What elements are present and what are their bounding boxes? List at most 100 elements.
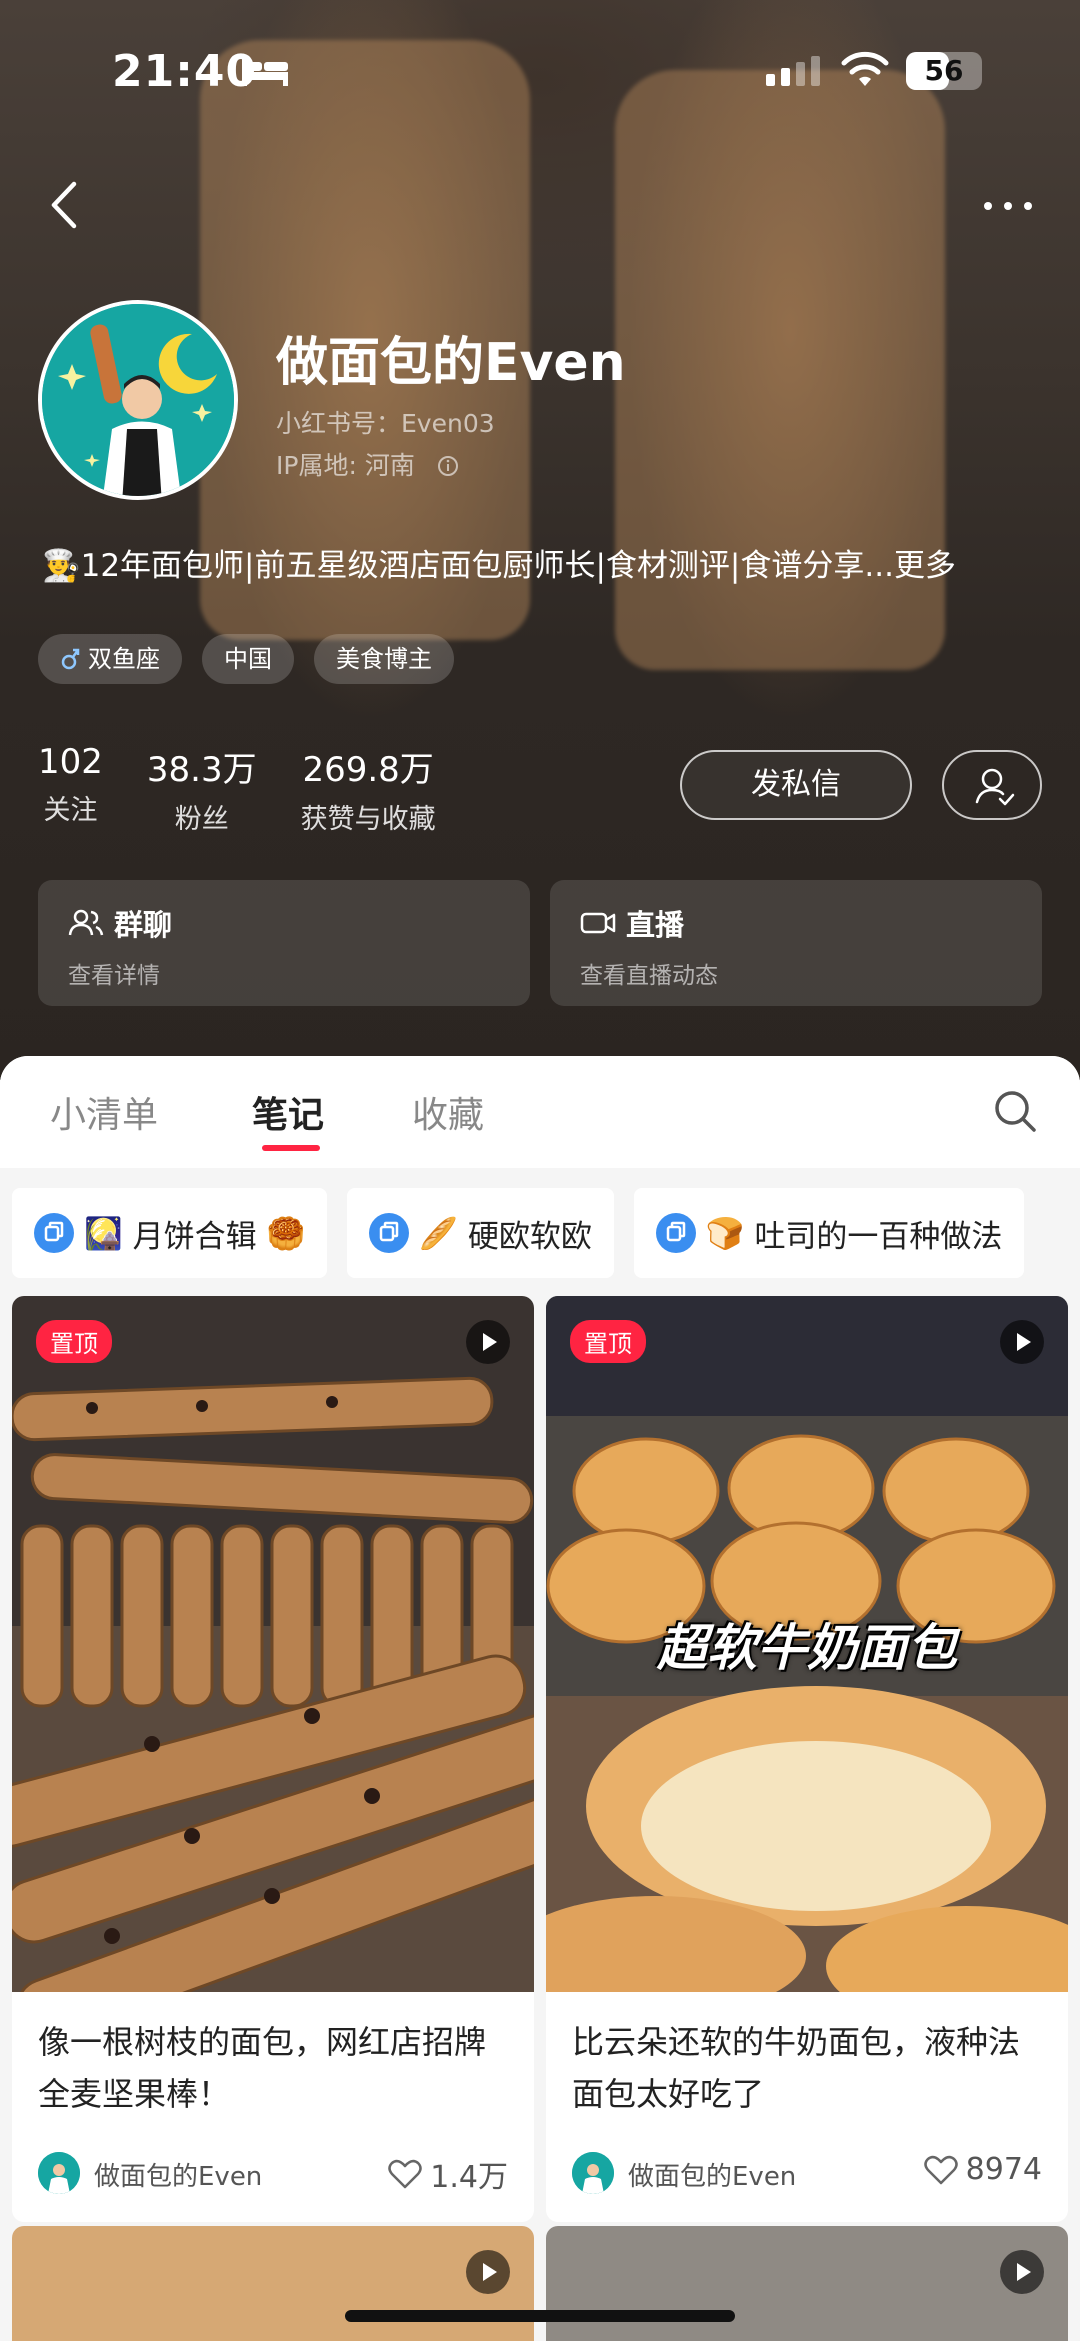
note-cover-image[interactable]: 置顶 xyxy=(12,1296,534,1992)
video-play-icon xyxy=(1000,2250,1044,2294)
live-stream-card[interactable]: 直播 查看直播动态 xyxy=(550,880,1042,1006)
back-arrow-icon[interactable] xyxy=(44,180,84,230)
card-subtitle: 查看直播动态 xyxy=(580,963,718,989)
more-options-icon[interactable] xyxy=(980,196,1036,216)
tag-category: 美食博主 xyxy=(314,634,454,684)
stat-value: 269.8万 xyxy=(302,750,434,790)
card-subtitle: 查看详情 xyxy=(68,963,160,989)
video-play-icon xyxy=(466,2250,510,2294)
collection-emoji: 🍞 xyxy=(705,1215,745,1252)
group-users-icon xyxy=(68,909,104,936)
author-name[interactable]: 做面包的Even xyxy=(628,2156,796,2193)
bio-more-link[interactable]: 更多 xyxy=(894,548,956,584)
status-time: 21:40 xyxy=(112,46,258,97)
content-tab-bar: 小清单 笔记 收藏 xyxy=(0,1056,1080,1168)
collection-emoji: 🥮 xyxy=(266,1215,306,1252)
cellular-signal-icon xyxy=(766,56,820,86)
tag-label: 美食博主 xyxy=(336,645,432,673)
note-footer: 做面包的Even 8974 xyxy=(546,2132,1068,2222)
profile-ip-location: IP属地: 河南 xyxy=(276,446,459,482)
like-count[interactable]: 8974 xyxy=(923,2152,1042,2187)
cover-overlay-text: 超软牛奶面包 xyxy=(657,1619,957,1677)
collection-chip[interactable]: 🎑 月饼合辑 🥮 xyxy=(12,1188,328,1278)
like-count[interactable]: 1.4万 xyxy=(388,2152,508,2196)
note-card-partial[interactable] xyxy=(12,2226,534,2341)
video-camera-icon xyxy=(580,912,616,934)
collection-chip[interactable]: 🥖 硬欧软欧 xyxy=(347,1188,614,1278)
collection-label: 月饼合辑 xyxy=(132,1218,257,1255)
tag-label: 中国 xyxy=(224,645,272,673)
video-play-icon xyxy=(466,1320,510,1364)
author-avatar[interactable] xyxy=(38,2152,80,2194)
profile-tags: 双鱼座 中国 美食博主 xyxy=(38,634,454,684)
male-gender-icon xyxy=(61,648,80,670)
tag-region: 中国 xyxy=(202,634,294,684)
stat-value: 102 xyxy=(38,742,103,782)
like-count-text: 8974 xyxy=(965,2152,1042,2187)
search-icon[interactable] xyxy=(992,1088,1038,1134)
home-indicator[interactable] xyxy=(345,2310,735,2322)
collection-copy-icon xyxy=(369,1213,410,1253)
tab-collections[interactable]: 收藏 xyxy=(412,1086,484,1138)
video-play-icon xyxy=(1000,1320,1044,1364)
note-footer: 做面包的Even 1.4万 xyxy=(12,2132,534,2222)
collection-chip[interactable]: 🍞 吐司的一百种做法 xyxy=(633,1188,1025,1278)
note-card[interactable]: 置顶 超软牛奶面包 比云朵还软的牛奶面包，液种法面包太好吃了 做面包的Even … xyxy=(546,1296,1068,2222)
battery-icon: 56 xyxy=(906,52,982,90)
sleep-bed-icon xyxy=(242,56,288,86)
baguette-photo xyxy=(12,1296,534,1992)
group-chat-card[interactable]: 群聊 查看详情 xyxy=(38,880,530,1006)
pinned-badge: 置顶 xyxy=(570,1320,646,1363)
author-avatar-image xyxy=(572,2152,614,2194)
profile-nickname: 做面包的Even xyxy=(276,333,626,393)
collection-chips: 🎑 月饼合辑 🥮 🥖 硬欧软欧 🍞 吐司的一百种做法 xyxy=(12,1188,1025,1278)
collection-label: 吐司的一百种做法 xyxy=(754,1218,1003,1255)
stat-likes-collects[interactable]: 269.8万 获赞与收藏 xyxy=(301,742,436,836)
stat-label: 关注 xyxy=(43,795,98,826)
battery-text: 56 xyxy=(924,54,964,87)
tab-notes[interactable]: 笔记 xyxy=(252,1086,324,1138)
avatar-illustration xyxy=(42,304,234,496)
like-count-text: 1.4万 xyxy=(430,2160,508,2195)
card-title: 群聊 xyxy=(68,902,172,944)
author-avatar-image xyxy=(38,2152,80,2194)
tag-zodiac: 双鱼座 xyxy=(38,634,182,684)
followed-status-button[interactable] xyxy=(942,750,1042,820)
send-message-button[interactable]: 发私信 xyxy=(680,750,912,820)
card-title: 直播 xyxy=(580,902,684,944)
wifi-icon xyxy=(841,51,889,86)
heart-icon xyxy=(388,2159,423,2189)
profile-user-id[interactable]: 小红书号：Even03 xyxy=(276,404,495,440)
pinned-badge: 置顶 xyxy=(36,1320,112,1363)
note-card[interactable]: 置顶 像一根树枝的面包，网红店招牌全麦坚果棒！ 做面包的Even 1.4万 xyxy=(12,1296,534,2222)
card-title-text: 群聊 xyxy=(114,908,173,942)
ip-location-text: IP属地: 河南 xyxy=(276,451,415,480)
stat-label: 粉丝 xyxy=(174,804,229,835)
stat-value: 38.3万 xyxy=(146,750,257,790)
stat-followers[interactable]: 38.3万 粉丝 xyxy=(147,742,257,836)
author-avatar[interactable] xyxy=(572,2152,614,2194)
content-sheet: 小清单 笔记 收藏 🎑 月饼合辑 🥮 🥖 硬欧软欧 🍞 吐司的一百种做法 置顶 … xyxy=(0,1056,1080,2341)
tag-label: 双鱼座 xyxy=(88,645,160,673)
collection-emoji: 🥖 xyxy=(419,1215,458,1252)
note-card-partial[interactable] xyxy=(546,2226,1068,2341)
stat-following[interactable]: 102 关注 xyxy=(38,742,103,836)
active-tab-indicator xyxy=(262,1145,320,1151)
collection-copy-icon xyxy=(34,1213,74,1253)
note-title: 比云朵还软的牛奶面包，液种法面包太好吃了 xyxy=(572,2023,1021,2113)
heart-icon xyxy=(923,2155,958,2184)
profile-bio[interactable]: 👨‍🍳12年面包师|前五星级酒店面包厨师长|食材测评|食谱分享...更多 xyxy=(42,540,956,585)
note-cover-image[interactable]: 置顶 超软牛奶面包 xyxy=(546,1296,1068,1992)
author-name[interactable]: 做面包的Even xyxy=(94,2156,262,2193)
info-icon[interactable] xyxy=(437,455,459,477)
collection-copy-icon xyxy=(655,1213,696,1253)
profile-avatar[interactable] xyxy=(38,300,238,500)
user-check-icon xyxy=(975,768,1015,806)
collection-label: 硬欧软欧 xyxy=(467,1218,592,1255)
card-title-text: 直播 xyxy=(626,908,685,942)
bio-text: 👨‍🍳12年面包师|前五星级酒店面包厨师长|食材测评|食谱分享... xyxy=(42,548,894,584)
collection-emoji: 🎑 xyxy=(84,1215,123,1252)
stat-label: 获赞与收藏 xyxy=(300,804,436,835)
tab-list[interactable]: 小清单 xyxy=(50,1086,158,1138)
note-title: 像一根树枝的面包，网红店招牌全麦坚果棒！ xyxy=(38,2023,487,2113)
